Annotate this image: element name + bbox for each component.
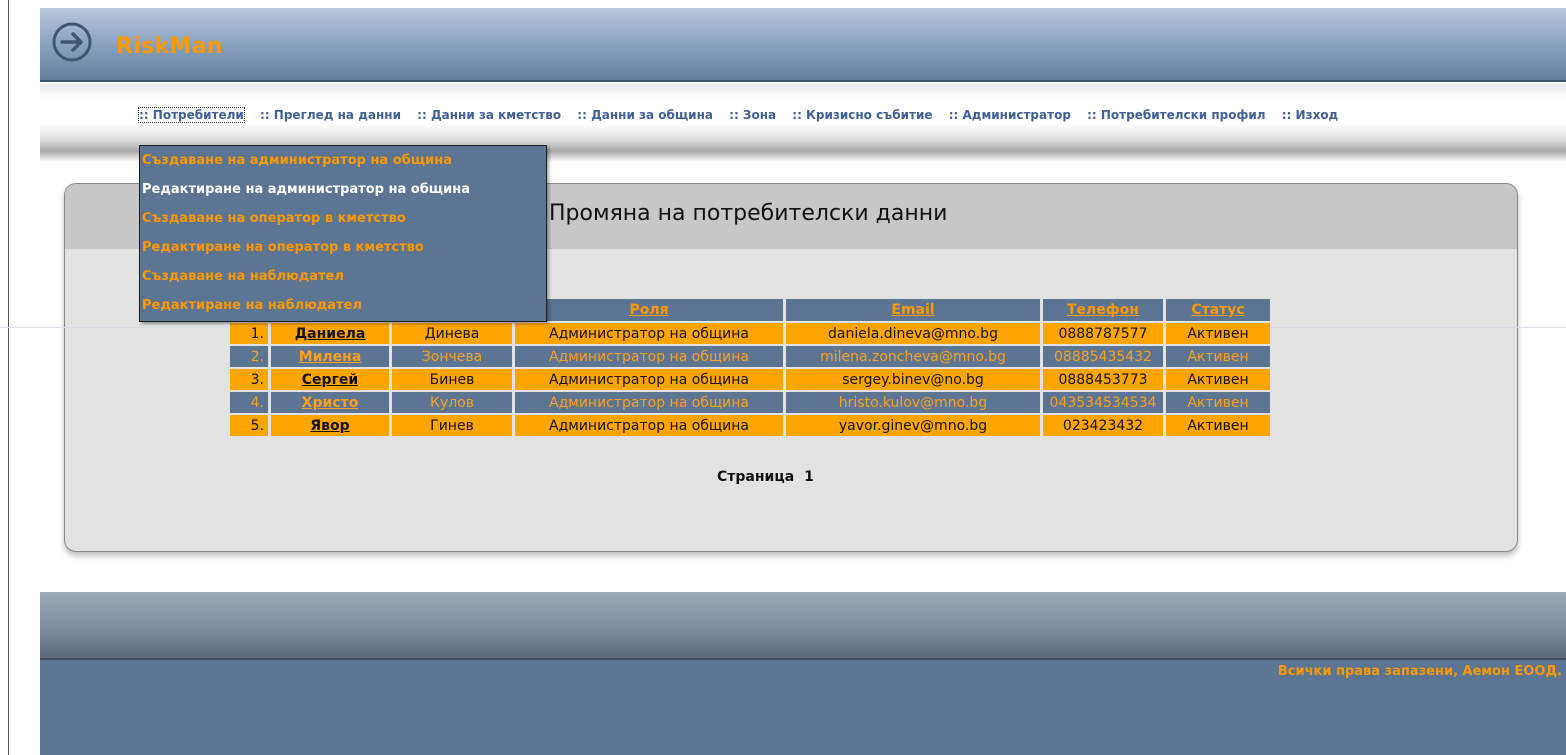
role-cell: Администратор на община	[515, 392, 783, 413]
first-name-cell: Явор	[271, 415, 389, 436]
menu-item-create-municipality-admin[interactable]: Създаване на администратор на община	[140, 146, 546, 175]
table-row: 5. Явор Гинев Администратор на община ya…	[230, 415, 1270, 436]
last-name-cell: Динева	[392, 323, 512, 344]
column-header-phone[interactable]: Телефон	[1043, 299, 1163, 321]
menu-item-edit-municipality-admin[interactable]: Редактиране на администратор на община	[140, 175, 546, 204]
row-number: 1.	[230, 323, 268, 344]
last-name-cell: Зончева	[392, 346, 512, 367]
nav-item-municipality-data[interactable]: :: Данни за община	[577, 108, 713, 122]
menu-item-edit-town-hall-operator[interactable]: Редактиране на оператор в кметство	[140, 233, 546, 262]
table-row: 4. Христо Кулов Администратор на община …	[230, 392, 1270, 413]
first-name-link[interactable]: Сергей	[302, 372, 358, 388]
last-name-cell: Гинев	[392, 415, 512, 436]
nav-menu: :: Потребители :: Преглед на данни :: Да…	[138, 107, 1350, 123]
phone-cell: 0888787577	[1043, 323, 1163, 344]
role-cell: Администратор на община	[515, 346, 783, 367]
nav-item-users[interactable]: :: Потребители	[138, 107, 245, 123]
email-cell: sergey.binev@no.bg	[786, 369, 1040, 390]
circle-arrow-right-icon	[52, 22, 92, 62]
pagination: Страница 1	[717, 469, 814, 485]
row-number: 2.	[230, 346, 268, 367]
table-row: 2. Милена Зончева Администратор на общин…	[230, 346, 1270, 367]
row-number: 5.	[230, 415, 268, 436]
email-cell: hristo.kulov@mno.bg	[786, 392, 1040, 413]
table-row: 3. Сергей Бинев Администратор на община …	[230, 369, 1270, 390]
nav-item-data-overview[interactable]: :: Преглед на данни	[260, 108, 401, 122]
first-name-link[interactable]: Даниела	[295, 326, 366, 342]
phone-cell: 043534534534	[1043, 392, 1163, 413]
last-name-cell: Кулов	[392, 392, 512, 413]
nav-item-logout[interactable]: :: Изход	[1282, 108, 1338, 122]
last-name-cell: Бинев	[392, 369, 512, 390]
nav-item-town-hall-data[interactable]: :: Данни за кметство	[417, 108, 561, 122]
row-number: 4.	[230, 392, 268, 413]
users-dropdown-menu: Създаване на администратор на община Ред…	[139, 145, 547, 322]
menu-item-create-observer[interactable]: Създаване на наблюдател	[140, 262, 546, 291]
first-name-cell: Сергей	[271, 369, 389, 390]
menu-item-create-town-hall-operator[interactable]: Създаване на оператор в кметство	[140, 204, 546, 233]
nav-item-administrator[interactable]: :: Администратор	[949, 108, 1071, 122]
status-cell: Активен	[1166, 415, 1270, 436]
nav-item-crisis-event[interactable]: :: Кризисно събитие	[792, 108, 932, 122]
app-logo-text: RiskMan	[116, 34, 223, 59]
window-frame-top	[9, 0, 1566, 8]
column-header-status[interactable]: Статус	[1166, 299, 1270, 321]
copyright-text: Всички права запазени, Аемон ЕООД.	[1277, 664, 1562, 679]
role-cell: Администратор на община	[515, 415, 783, 436]
email-cell: milena.zoncheva@mno.bg	[786, 346, 1040, 367]
email-cell: yavor.ginev@mno.bg	[786, 415, 1040, 436]
phone-cell: 08885435432	[1043, 346, 1163, 367]
window-frame-left	[0, 0, 9, 755]
nav-item-user-profile[interactable]: :: Потребителски профил	[1087, 108, 1266, 122]
nav-item-zone[interactable]: :: Зона	[729, 108, 776, 122]
role-cell: Администратор на община	[515, 369, 783, 390]
first-name-link[interactable]: Явор	[310, 418, 349, 434]
phone-cell: 023423432	[1043, 415, 1163, 436]
row-number: 3.	[230, 369, 268, 390]
status-cell: Активен	[1166, 346, 1270, 367]
header-banner: RiskMan	[40, 8, 1566, 82]
table-row: 1. Даниела Динева Администратор на общин…	[230, 323, 1270, 344]
phone-cell: 0888453773	[1043, 369, 1163, 390]
page-title: Промяна на потребителски данни	[549, 201, 948, 226]
status-cell: Активен	[1166, 392, 1270, 413]
first-name-link[interactable]: Милена	[299, 349, 362, 365]
email-cell: daniela.dineva@mno.bg	[786, 323, 1040, 344]
footer-band	[40, 592, 1566, 660]
first-name-cell: Христо	[271, 392, 389, 413]
role-cell: Администратор на община	[515, 323, 783, 344]
menu-item-edit-observer[interactable]: Редактиране на наблюдател	[140, 291, 546, 320]
page-number-link[interactable]: 1	[804, 469, 814, 485]
status-cell: Активен	[1166, 369, 1270, 390]
column-header-email[interactable]: Email	[786, 299, 1040, 321]
first-name-cell: Даниела	[271, 323, 389, 344]
first-name-cell: Милена	[271, 346, 389, 367]
status-cell: Активен	[1166, 323, 1270, 344]
footer: Всички права запазени, Аемон ЕООД.	[40, 660, 1566, 755]
pagination-label: Страница	[717, 469, 795, 485]
first-name-link[interactable]: Христо	[302, 395, 359, 411]
column-header-role[interactable]: Роля	[515, 299, 783, 321]
